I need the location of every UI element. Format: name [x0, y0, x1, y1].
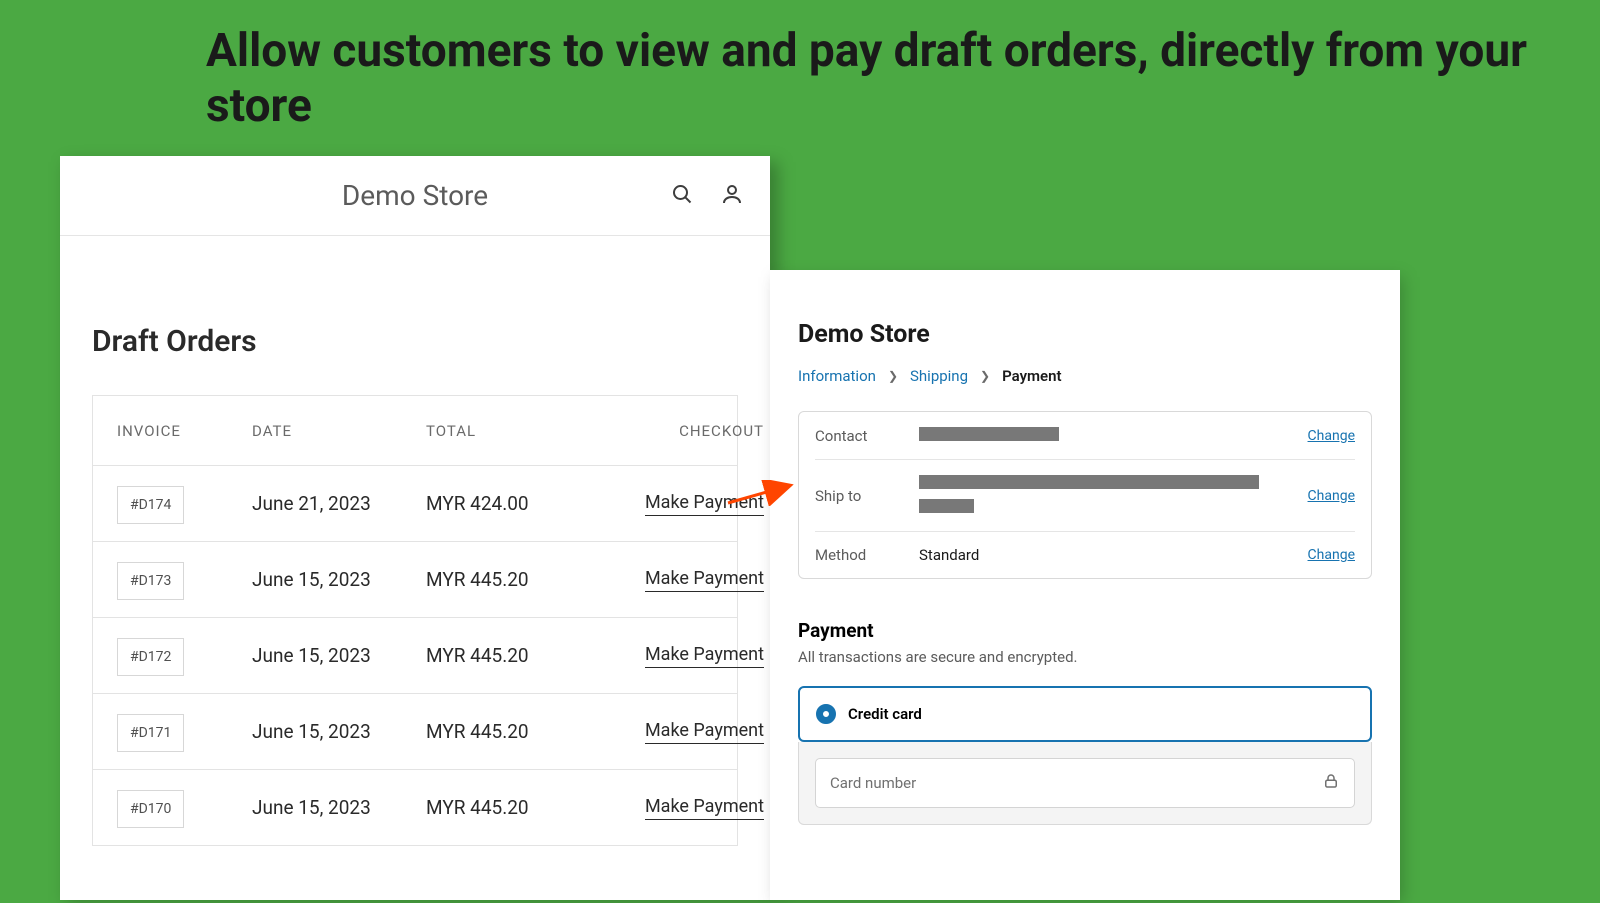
make-payment-link[interactable]: Make Payment	[645, 796, 764, 820]
header-icons	[670, 182, 744, 210]
cell-date: June 15, 2023	[252, 796, 426, 819]
invoice-badge: #D171	[117, 714, 184, 752]
make-payment-link[interactable]: Make Payment	[645, 492, 764, 516]
draft-orders-panel: Demo Store Draft Orders INVOICE DATE TOT…	[60, 156, 770, 900]
marketing-headline: Allow customers to view and pay draft or…	[206, 24, 1600, 134]
account-icon[interactable]	[720, 182, 744, 210]
cell-date: June 15, 2023	[252, 644, 426, 667]
invoice-badge: #D173	[117, 562, 184, 600]
make-payment-link[interactable]: Make Payment	[645, 720, 764, 744]
review-label: Contact	[815, 427, 903, 445]
breadcrumb: Information ❯ Shipping ❯ Payment	[798, 367, 1372, 385]
radio-selected-icon	[816, 704, 836, 724]
checkout-store-name: Demo Store	[798, 320, 1372, 349]
col-total: TOTAL	[426, 422, 616, 440]
cell-date: June 21, 2023	[252, 492, 426, 515]
review-row-contact: Contact Change	[815, 412, 1355, 460]
card-number-placeholder: Card number	[830, 774, 916, 792]
method-value: Standard	[919, 546, 1292, 564]
make-payment-link[interactable]: Make Payment	[645, 568, 764, 592]
breadcrumb-information[interactable]: Information	[798, 367, 876, 385]
table-row: #D174 June 21, 2023 MYR 424.00 Make Paym…	[93, 466, 737, 542]
table-row: #D171 June 15, 2023 MYR 445.20 Make Paym…	[93, 694, 737, 770]
cell-total: MYR 445.20	[426, 720, 616, 743]
review-row-shipto: Ship to Change	[815, 460, 1355, 532]
invoice-badge: #D170	[117, 790, 184, 828]
breadcrumb-shipping[interactable]: Shipping	[910, 367, 968, 385]
col-invoice: INVOICE	[117, 422, 252, 440]
checkout-panel: Demo Store Information ❯ Shipping ❯ Paym…	[770, 270, 1400, 900]
lock-icon	[1322, 772, 1340, 794]
breadcrumb-payment: Payment	[1002, 367, 1061, 385]
section-title: Draft Orders	[60, 236, 770, 395]
chevron-right-icon: ❯	[888, 369, 898, 383]
change-shipto-link[interactable]: Change	[1308, 488, 1355, 504]
table-row: #D173 June 15, 2023 MYR 445.20 Make Paym…	[93, 542, 737, 618]
change-contact-link[interactable]: Change	[1308, 428, 1355, 444]
invoice-badge: #D174	[117, 486, 184, 524]
col-date: DATE	[252, 422, 426, 440]
review-label: Ship to	[815, 487, 903, 505]
search-icon[interactable]	[670, 182, 694, 210]
table-row: #D170 June 15, 2023 MYR 445.20 Make Paym…	[93, 770, 737, 846]
col-checkout: CHECKOUT	[616, 422, 764, 440]
review-row-method: Method Standard Change	[815, 532, 1355, 578]
make-payment-link[interactable]: Make Payment	[645, 644, 764, 668]
change-method-link[interactable]: Change	[1308, 547, 1355, 563]
card-number-field[interactable]: Card number	[815, 758, 1355, 808]
review-box: Contact Change Ship to Change Method Sta…	[798, 411, 1372, 579]
invoice-badge: #D172	[117, 638, 184, 676]
cell-total: MYR 445.20	[426, 796, 616, 819]
payment-subtitle: All transactions are secure and encrypte…	[798, 648, 1372, 666]
payment-title: Payment	[798, 619, 1372, 642]
table-header: INVOICE DATE TOTAL CHECKOUT	[93, 396, 737, 466]
payment-method-label: Credit card	[848, 705, 922, 723]
cell-total: MYR 445.20	[426, 644, 616, 667]
orders-table: INVOICE DATE TOTAL CHECKOUT #D174 June 2…	[92, 395, 738, 846]
cell-date: June 15, 2023	[252, 568, 426, 591]
cell-date: June 15, 2023	[252, 720, 426, 743]
cell-total: MYR 424.00	[426, 492, 616, 515]
payment-method-option[interactable]: Credit card	[798, 686, 1372, 742]
table-row: #D172 June 15, 2023 MYR 445.20 Make Paym…	[93, 618, 737, 694]
redacted-contact	[919, 426, 1292, 445]
cell-total: MYR 445.20	[426, 568, 616, 591]
store-name: Demo Store	[342, 179, 488, 212]
card-fields: Card number	[798, 742, 1372, 825]
review-label: Method	[815, 546, 903, 564]
redacted-shipto	[919, 474, 1292, 517]
store-header: Demo Store	[60, 156, 770, 236]
chevron-right-icon: ❯	[980, 369, 990, 383]
